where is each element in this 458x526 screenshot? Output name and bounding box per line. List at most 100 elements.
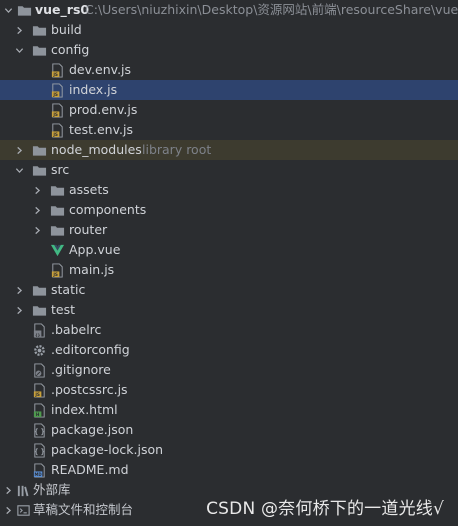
folder-icon (31, 20, 47, 40)
file-label: main.js (69, 262, 115, 277)
tree-row-file[interactable]: JS prod.env.js (0, 100, 458, 120)
tree-row-file[interactable]: .gitignore (0, 360, 458, 380)
js-file-icon: JS (49, 100, 65, 120)
tree-row-file[interactable]: package.json (0, 420, 458, 440)
csdn-watermark: CSDN @奈何桥下的一道光线√ (206, 499, 444, 519)
folder-icon (31, 140, 47, 160)
folder-icon (49, 220, 65, 240)
tree-row-node-modules[interactable]: node_modules library root (0, 140, 458, 160)
js-file-icon: JS (49, 260, 65, 280)
file-label: .gitignore (51, 362, 111, 377)
svg-text:JS: JS (52, 92, 58, 97)
babel-config-icon: {} (31, 320, 47, 340)
js-file-icon: JS (49, 80, 65, 100)
svg-text:JS: JS (52, 272, 58, 277)
folder-label: build (51, 22, 82, 37)
folder-label: test (51, 302, 76, 317)
vue-file-icon (49, 240, 65, 260)
file-label: index.js (69, 82, 118, 97)
chevron-right-icon[interactable] (2, 500, 14, 520)
html-file-icon: H (31, 400, 47, 420)
folder-label: config (51, 42, 90, 57)
folder-icon (49, 180, 65, 200)
file-label: README.md (51, 462, 129, 477)
folder-label: router (69, 222, 108, 237)
svg-text:JS: JS (34, 392, 40, 397)
file-label: package.json (51, 422, 134, 437)
file-label: dev.env.js (69, 62, 132, 77)
library-root-tag: library root (142, 142, 212, 157)
tree-row-file[interactable]: JS .postcssrc.js (0, 380, 458, 400)
project-tree: vue_rs0 C:\Users\niuzhixin\Desktop\资源网站\… (0, 0, 458, 520)
tree-row-test[interactable]: test (0, 300, 458, 320)
file-label: index.html (51, 402, 118, 417)
folder-label: components (69, 202, 147, 217)
svg-text:H: H (35, 412, 39, 417)
chevron-right-icon[interactable] (13, 280, 25, 300)
folder-label: src (51, 162, 70, 177)
root-folder-name: vue_rs0 (35, 2, 90, 17)
json-file-icon (31, 420, 47, 440)
chevron-right-icon[interactable] (31, 180, 43, 200)
folder-label: node_modules (51, 142, 142, 157)
chevron-down-icon[interactable] (13, 40, 25, 60)
scratches-label: 草稿文件和控制台 (33, 502, 134, 517)
tree-row-file[interactable]: {} .babelrc (0, 320, 458, 340)
svg-text:JS: JS (52, 132, 58, 137)
tree-row-folder[interactable]: router (0, 220, 458, 240)
tree-row-src[interactable]: src (0, 160, 458, 180)
chevron-right-icon[interactable] (13, 20, 25, 40)
root-folder-path: C:\Users\niuzhixin\Desktop\资源网站\前端\resou… (85, 2, 458, 17)
file-label: .editorconfig (51, 342, 130, 357)
tree-row-file[interactable]: JS test.env.js (0, 120, 458, 140)
tree-row-folder[interactable]: assets (0, 180, 458, 200)
tree-row-root[interactable]: vue_rs0 C:\Users\niuzhixin\Desktop\资源网站\… (0, 0, 458, 20)
chevron-right-icon[interactable] (13, 140, 25, 160)
tree-row-file[interactable]: package-lock.json (0, 440, 458, 460)
file-label: prod.env.js (69, 102, 138, 117)
external-libraries-label: 外部库 (33, 482, 71, 497)
chevron-down-icon[interactable] (13, 160, 25, 180)
scratches-icon (15, 500, 31, 520)
svg-text:JS: JS (52, 72, 58, 77)
folder-label: assets (69, 182, 109, 197)
chevron-down-icon[interactable] (2, 0, 14, 20)
js-file-icon: JS (49, 120, 65, 140)
file-label: .postcssrc.js (51, 382, 128, 397)
js-file-icon: JS (49, 60, 65, 80)
json-file-icon (31, 440, 47, 460)
chevron-right-icon[interactable] (31, 220, 43, 240)
markdown-file-icon: MD (31, 460, 47, 480)
gear-icon (31, 340, 47, 360)
folder-icon (31, 40, 47, 60)
chevron-right-icon[interactable] (13, 300, 25, 320)
tree-row-file[interactable]: H index.html (0, 400, 458, 420)
file-label: App.vue (69, 242, 121, 257)
tree-row-file[interactable]: App.vue (0, 240, 458, 260)
folder-icon (31, 280, 47, 300)
tree-row-config[interactable]: config (0, 40, 458, 60)
tree-row-folder[interactable]: components (0, 200, 458, 220)
tree-row-static[interactable]: static (0, 280, 458, 300)
file-label: test.env.js (69, 122, 133, 137)
folder-icon (49, 200, 65, 220)
js-file-icon: JS (31, 380, 47, 400)
folder-icon (31, 300, 47, 320)
tree-row-file[interactable]: MD README.md (0, 460, 458, 480)
file-label: package-lock.json (51, 442, 164, 457)
tree-row-file[interactable]: .editorconfig (0, 340, 458, 360)
library-icon (15, 480, 31, 500)
folder-icon (16, 0, 32, 20)
tree-row-build[interactable]: build (0, 20, 458, 40)
folder-label: static (51, 282, 86, 297)
folder-icon (31, 160, 47, 180)
chevron-right-icon[interactable] (2, 480, 14, 500)
file-label: .babelrc (51, 322, 102, 337)
tree-row-file[interactable]: JS main.js (0, 260, 458, 280)
svg-text:JS: JS (52, 112, 58, 117)
tree-row-file[interactable]: JS dev.env.js (0, 60, 458, 80)
gitignore-icon (31, 360, 47, 380)
svg-text:{}: {} (34, 332, 40, 336)
tree-row-file-selected[interactable]: JS index.js (0, 80, 458, 100)
chevron-right-icon[interactable] (31, 200, 43, 220)
